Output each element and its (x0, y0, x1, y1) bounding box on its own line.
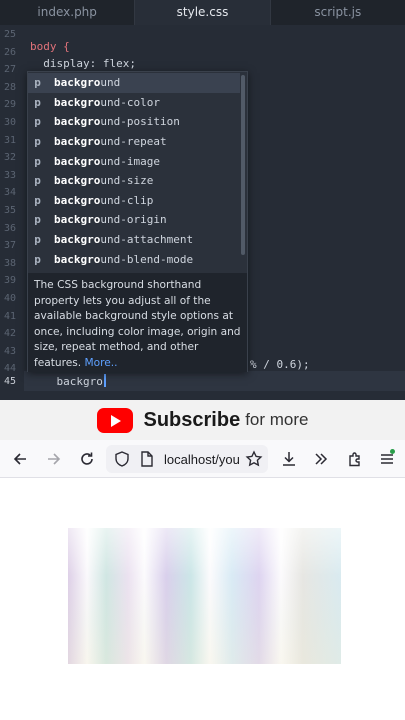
back-icon[interactable] (10, 449, 30, 469)
code-line-typing[interactable]: backgro (30, 372, 106, 391)
autocomplete-item[interactable]: p background-position (28, 112, 240, 132)
autocomplete-item[interactable]: p background-blend-mode (28, 249, 240, 269)
autocomplete-item[interactable]: p background-origin (28, 210, 240, 230)
tab-script-js[interactable]: script.js (269, 0, 405, 25)
download-icon[interactable] (279, 449, 299, 469)
autocomplete-list: p background p background-color p backgr… (28, 72, 247, 272)
line-number: 29 (4, 99, 17, 111)
shield-icon[interactable] (112, 449, 132, 469)
autocomplete-item[interactable]: p background (28, 73, 240, 93)
url-text[interactable]: localhost/you (164, 452, 246, 467)
property-kind-icon: p (34, 115, 41, 129)
page-icon[interactable] (137, 449, 157, 469)
autocomplete-item-label: background-repeat (54, 135, 167, 149)
autocomplete-item-label: background-color (54, 95, 160, 109)
line-number: 43 (4, 345, 17, 357)
autocomplete-item-label: background-size (54, 174, 154, 188)
line-number: 33 (4, 169, 17, 181)
line-number: 42 (4, 328, 17, 340)
line-number: 38 (4, 257, 17, 269)
extensions-icon[interactable] (345, 449, 365, 469)
line-number: 30 (4, 117, 17, 128)
more-tools-icon[interactable] (311, 449, 331, 469)
line-number: 25 (4, 29, 17, 40)
property-kind-icon: p (34, 154, 41, 168)
autocomplete-description: The CSS background shorthand property le… (28, 273, 247, 372)
description-text: The CSS background shorthand property le… (34, 279, 241, 369)
for-more-text: for more (245, 410, 309, 429)
holographic-gradient-box (68, 528, 341, 664)
line-number: 34 (4, 187, 17, 199)
subscribe-text: Subscribe (143, 408, 241, 431)
code-line-fragment[interactable]: % / 0.6); (250, 355, 310, 374)
line-number: 28 (4, 81, 17, 93)
autocomplete-item-label: background-attachment (54, 233, 194, 247)
autocomplete-item-label: background-position (54, 115, 180, 129)
property-kind-icon: p (34, 213, 41, 227)
line-number: 36 (4, 222, 17, 234)
browser-toolbar: localhost/you (0, 440, 405, 478)
reload-icon[interactable] (77, 449, 97, 469)
update-badge (390, 449, 395, 454)
property-kind-icon: p (34, 174, 41, 188)
more-link[interactable]: More.. (85, 357, 118, 369)
autocomplete-item[interactable]: p background-clip (28, 191, 240, 211)
autocomplete-item-label: background-origin (54, 213, 167, 227)
line-number: 41 (4, 310, 17, 322)
youtube-logo-icon (96, 407, 133, 433)
screen: index.php style.css script.js 25 26 27 2… (0, 0, 405, 720)
line-number: 27 (4, 64, 17, 76)
property-kind-icon: p (34, 193, 41, 207)
autocomplete-item-label: background-image (54, 154, 160, 168)
line-number: 26 (4, 46, 17, 58)
property-kind-icon: p (34, 76, 41, 90)
typed-text: backgro (30, 375, 103, 388)
property-kind-icon: p (34, 252, 41, 266)
autocomplete-item[interactable]: p background-repeat (28, 132, 240, 152)
line-number: 39 (4, 275, 17, 287)
property-kind-icon: p (34, 95, 41, 109)
autocomplete-item[interactable]: p background-color (28, 93, 240, 113)
code-editor: index.php style.css script.js 25 26 27 2… (0, 0, 405, 400)
tab-style-css[interactable]: style.css (134, 0, 270, 25)
forward-icon[interactable] (44, 449, 64, 469)
autocomplete-scrollbar[interactable] (241, 75, 245, 255)
line-number: 32 (4, 152, 17, 164)
autocomplete-item[interactable]: p background-image (28, 151, 240, 171)
line-number-gutter: 25 26 27 28 29 30 31 32 33 34 35 36 37 3… (0, 25, 24, 400)
line-number: 31 (4, 134, 17, 146)
autocomplete-item-label: background (54, 76, 121, 90)
rendered-page (0, 479, 405, 720)
property-kind-icon: p (34, 233, 41, 247)
property-kind-icon: p (34, 135, 41, 149)
autocomplete-popup: p background p background-color p backgr… (27, 71, 248, 372)
subscribe-banner: Subscribe for more (0, 400, 405, 440)
star-icon[interactable] (244, 449, 264, 469)
autocomplete-item-label: background-blend-mode (54, 252, 194, 266)
autocomplete-item[interactable]: p background-size (28, 171, 240, 191)
line-number: 35 (4, 205, 17, 216)
editor-tab-bar: index.php style.css script.js (0, 0, 405, 25)
line-number: 37 (4, 240, 17, 252)
line-number-current: 45 (4, 376, 17, 387)
text-caret (103, 374, 106, 387)
line-number: 40 (4, 293, 17, 304)
autocomplete-item[interactable]: p background-attachment (28, 230, 240, 250)
tab-index-php[interactable]: index.php (0, 0, 134, 25)
autocomplete-item-label: background-clip (54, 193, 154, 207)
